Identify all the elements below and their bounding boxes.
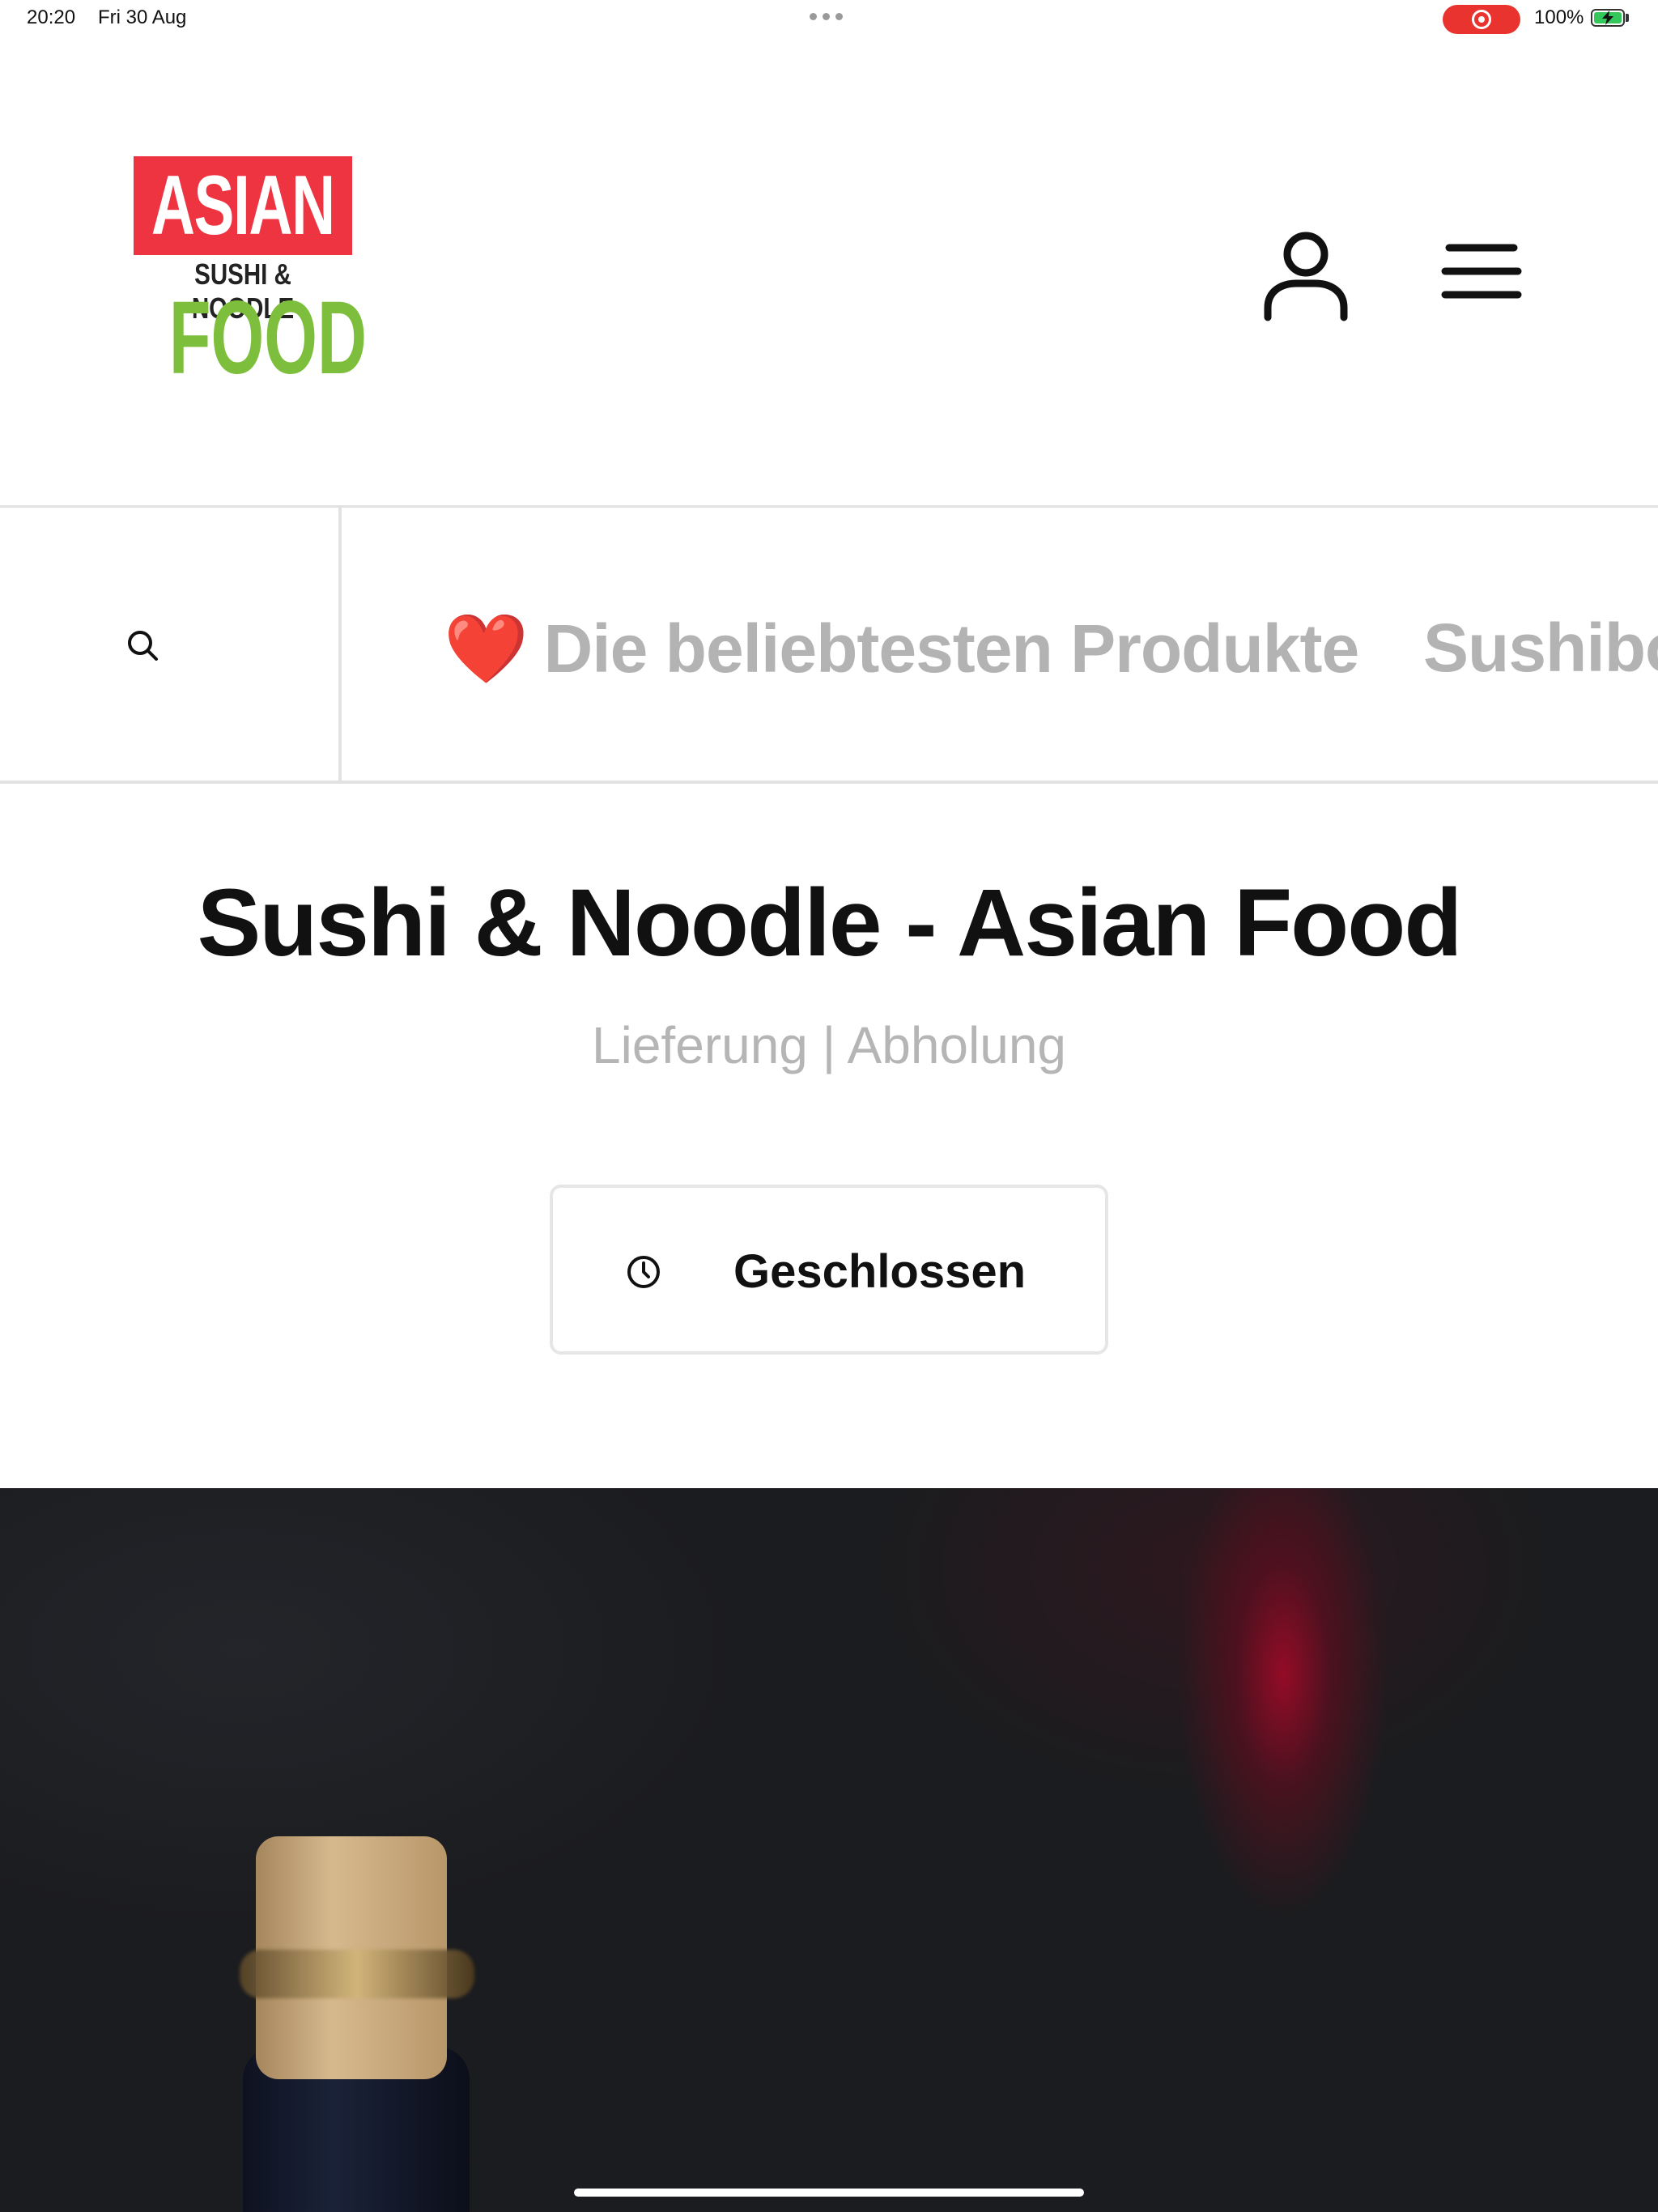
status-date: Fri 30 Aug xyxy=(98,6,187,28)
brand-logo[interactable]: ASIAN SUSHI & NOODLE FOOD xyxy=(131,154,367,396)
category-item-sushiboxen[interactable]: Sushiboxen xyxy=(1423,609,1658,687)
home-indicator[interactable] xyxy=(574,2189,1084,2197)
menu-icon[interactable] xyxy=(1441,241,1522,302)
category-nav: ❤️Die beliebtesten Produkte Sushiboxen xyxy=(0,505,1658,784)
restaurant-title: Sushi & Noodle - Asian Food xyxy=(197,870,1463,976)
search-button[interactable] xyxy=(0,508,342,781)
battery-cap xyxy=(1626,14,1629,22)
category-label: Sushiboxen xyxy=(1423,610,1658,686)
category-label: Die beliebtesten Produkte xyxy=(543,610,1360,687)
multitasking-dots-icon[interactable] xyxy=(810,13,848,21)
opening-status-button[interactable]: Geschlossen xyxy=(550,1185,1108,1355)
heart-icon: ❤️ xyxy=(444,610,529,687)
record-icon xyxy=(1472,10,1491,29)
charging-bolt-icon xyxy=(1602,11,1613,25)
user-icon[interactable] xyxy=(1261,227,1350,324)
status-bar: 20:20 Fri 30 Aug 100% xyxy=(0,0,1658,39)
screen-recording-indicator[interactable] xyxy=(1443,5,1520,34)
logo-asian-block: ASIAN xyxy=(134,156,352,255)
clock-icon xyxy=(627,1256,660,1288)
opening-status-label: Geschlossen xyxy=(733,1245,1027,1298)
status-time: 20:20 xyxy=(27,6,76,28)
service-modes: Lieferung | Abholung xyxy=(592,1016,1066,1074)
category-item-popular[interactable]: ❤️ Die beliebtesten Produkte xyxy=(444,609,1360,689)
category-track[interactable]: ❤️Die beliebtesten Produkte Sushiboxen xyxy=(342,508,1658,781)
battery-percentage: 100% xyxy=(1534,6,1584,28)
bottle-ring xyxy=(240,1950,474,1998)
logo-bottom-text: FOOD xyxy=(168,280,367,396)
hero-image xyxy=(0,1488,1658,2212)
logo-top-text: ASIAN xyxy=(151,158,335,253)
search-icon xyxy=(128,631,158,661)
